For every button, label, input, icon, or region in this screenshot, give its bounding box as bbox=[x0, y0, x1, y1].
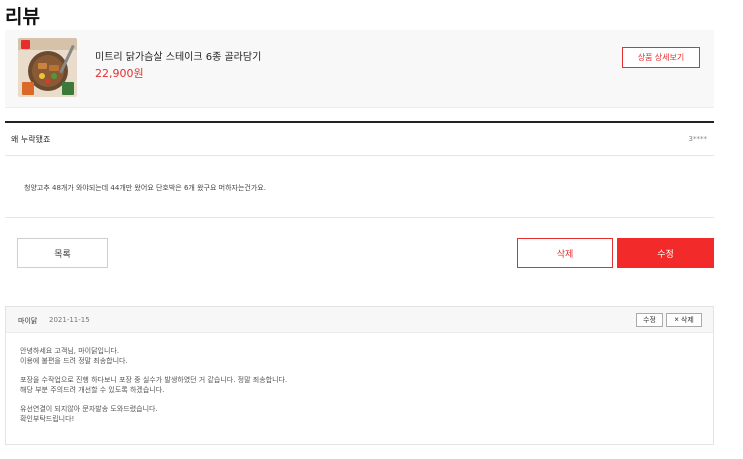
product-thumbnail-image bbox=[18, 38, 77, 97]
review-author: 3**** bbox=[688, 135, 707, 143]
reply-delete-label: 삭제 bbox=[680, 317, 694, 324]
review-body: 청양고추 48개가 와야되는데 44개만 왔어요 단호박은 6개 왔구요 머하자… bbox=[24, 184, 266, 192]
edit-button[interactable]: 수정 bbox=[617, 238, 714, 268]
review-title: 왜 누락됐죠 bbox=[11, 135, 51, 144]
reply-line: 안녕하세요 고객님, 마이닭입니다. bbox=[20, 347, 120, 355]
reply-line: 포장을 수작업으로 진행 하다보니 포장 중 실수가 발생하였던 거 같습니다.… bbox=[20, 376, 288, 384]
close-icon: × bbox=[674, 315, 679, 324]
reply-header: 마이닭 2021-11-15 수정 × 삭제 bbox=[6, 307, 713, 333]
reply-line: 해당 부분 주의드려 개선할 수 있도록 하겠습니다. bbox=[20, 385, 165, 394]
reply-spacer bbox=[20, 395, 287, 405]
reply-author: 마이닭 bbox=[18, 317, 38, 325]
reply-edit-button[interactable]: 수정 bbox=[636, 313, 663, 327]
review-header: 왜 누락됐죠 3**** bbox=[5, 121, 714, 156]
product-summary: 미트리 닭가슴살 스테이크 6종 골라담기 22,900원 상품 상세보기 bbox=[5, 30, 714, 108]
product-price: 22,900원 bbox=[95, 67, 144, 80]
delete-button[interactable]: 삭제 bbox=[517, 238, 613, 268]
reply-date: 2021-11-15 bbox=[49, 316, 90, 324]
reply-content: 안녕하세요 고객님, 마이닭입니다. 이용에 불편을 드려 정말 죄송합니다. … bbox=[20, 347, 287, 424]
reply-line: 이용에 불편을 드려 정말 죄송합니다. bbox=[20, 356, 128, 365]
reply-spacer bbox=[20, 366, 287, 376]
review-body-container: 청양고추 48개가 와야되는데 44개만 왔어요 단호박은 6개 왔구요 머하자… bbox=[5, 156, 714, 218]
reply-line: 유선연결이 되지않아 문자발송 도와드렸습니다. bbox=[20, 405, 158, 413]
reply-box: 마이닭 2021-11-15 수정 × 삭제 안녕하세요 고객님, 마이닭입니다… bbox=[5, 306, 714, 445]
list-button[interactable]: 목록 bbox=[17, 238, 108, 268]
reply-delete-button[interactable]: × 삭제 bbox=[666, 313, 702, 327]
reply-line: 확인부탁드립니다! bbox=[20, 414, 75, 423]
product-name: 미트리 닭가슴살 스테이크 6종 골라담기 bbox=[95, 52, 262, 63]
page-title: 리뷰 bbox=[5, 6, 40, 28]
product-detail-button[interactable]: 상품 상세보기 bbox=[622, 47, 700, 68]
product-thumbnail[interactable] bbox=[18, 38, 77, 97]
